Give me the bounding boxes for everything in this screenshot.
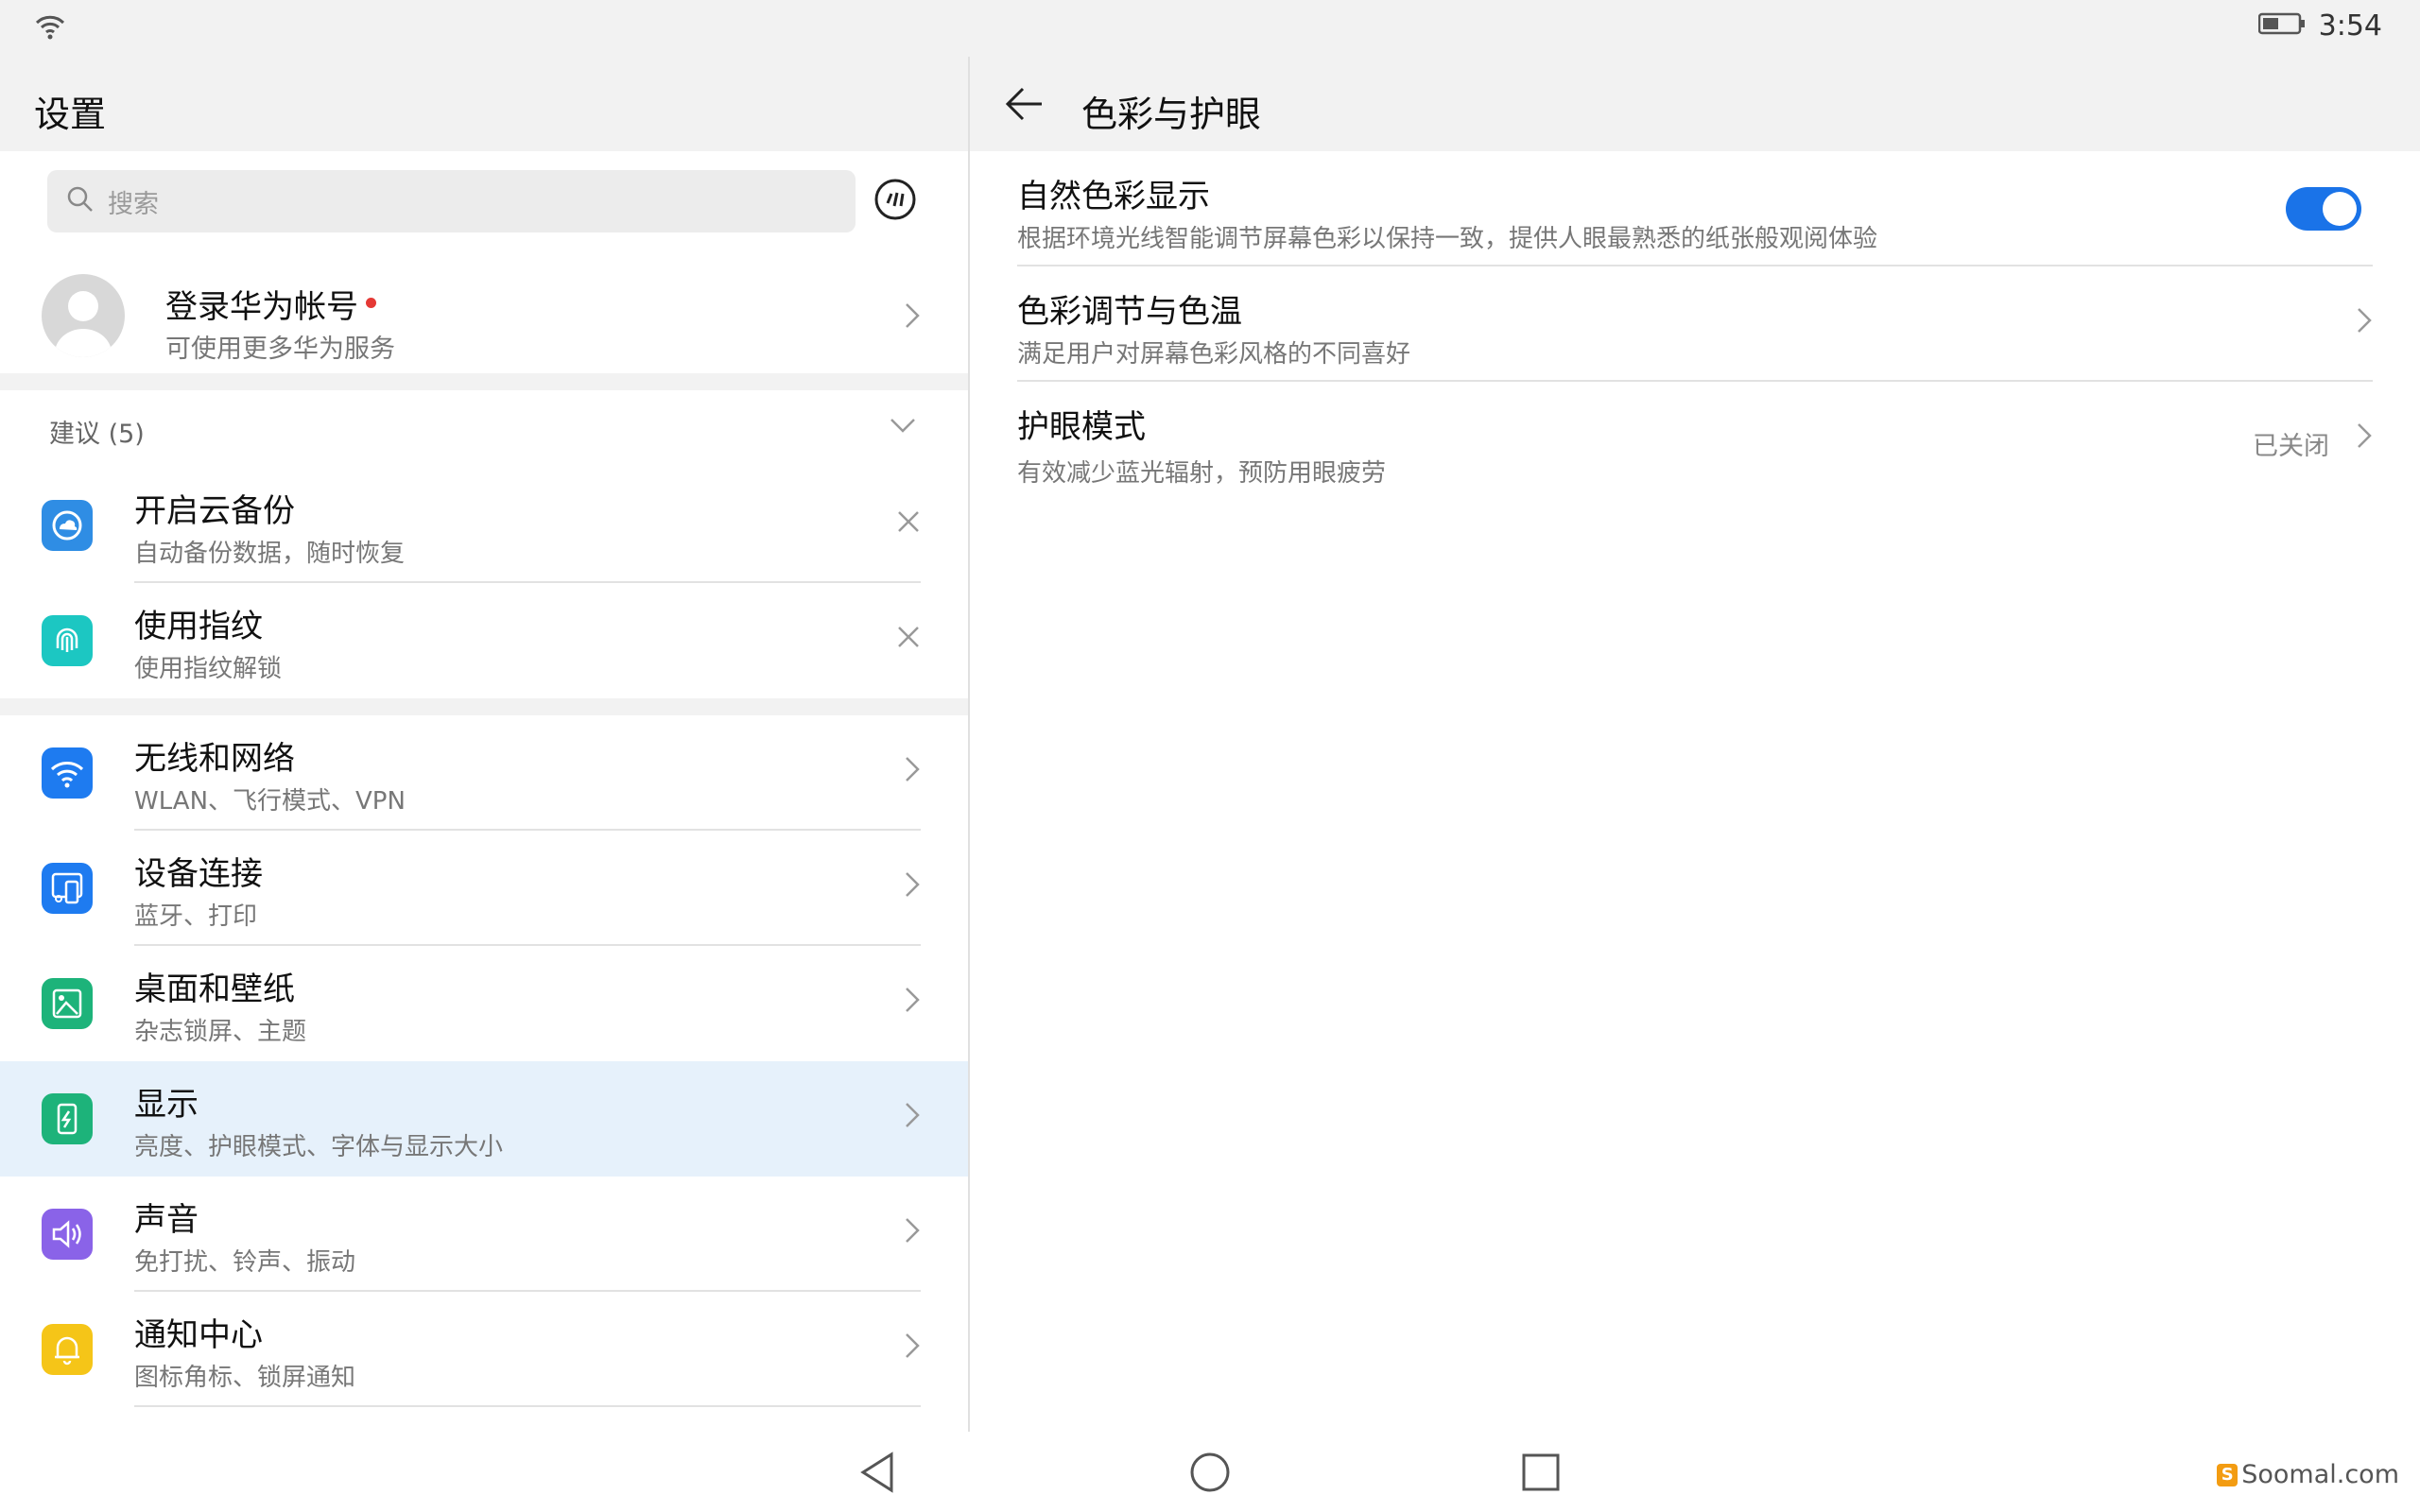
- nav-back-icon[interactable]: [856, 1449, 903, 1496]
- settings-title: 设置: [34, 94, 107, 135]
- nav-recents-icon[interactable]: [1517, 1449, 1564, 1496]
- settings-item-wallpaper[interactable]: 桌面和壁纸 杂志锁屏、主题: [0, 946, 968, 1061]
- row-title: 色彩调节与色温: [1017, 293, 1242, 331]
- color-eye-care-pane: 色彩与护眼 自然色彩显示 根据环境光线智能调节屏幕色彩以保持一致，提供人眼最熟悉…: [970, 57, 2420, 1432]
- search-input[interactable]: 搜索: [47, 170, 856, 232]
- battery-icon: [2257, 9, 2306, 43]
- natural-tone-toggle[interactable]: [2286, 187, 2361, 231]
- close-icon[interactable]: [896, 509, 921, 538]
- account-row[interactable]: 登录华为帐号 可使用更多华为服务: [0, 260, 968, 373]
- chevron-right-icon: [904, 1101, 921, 1133]
- row-subtitle: 蓝牙、打印: [134, 902, 258, 931]
- section-gap: [0, 373, 968, 390]
- wifi-icon: [42, 747, 93, 799]
- row-subtitle: 杂志锁屏、主题: [134, 1018, 307, 1046]
- color-temperature-row[interactable]: 色彩调节与色温 满足用户对屏幕色彩风格的不同喜好: [970, 266, 2420, 382]
- row-subtitle: WLAN、飞行模式、VPN: [134, 787, 406, 816]
- row-subtitle: 满足用户对屏幕色彩风格的不同喜好: [1017, 340, 1411, 369]
- suggestion-cloud-backup[interactable]: 开启云备份 自动备份数据，随时恢复: [0, 468, 968, 583]
- settings-item-sound[interactable]: 声音 免打扰、铃声、振动: [0, 1177, 968, 1292]
- row-subtitle: 根据环境光线智能调节屏幕色彩以保持一致，提供人眼最熟悉的纸张般观阅体验: [1017, 225, 1878, 253]
- chevron-down-icon[interactable]: [889, 417, 917, 438]
- search-icon: [66, 185, 95, 217]
- suggestions-label: 建议 (5): [49, 420, 145, 449]
- wallpaper-icon: [42, 978, 93, 1029]
- row-title: 开启云备份: [134, 492, 295, 530]
- row-title: 设备连接: [134, 855, 263, 893]
- settings-item-device-connection[interactable]: 设备连接 蓝牙、打印: [0, 831, 968, 946]
- watermark: S Soomal.com: [2217, 1460, 2399, 1489]
- eye-comfort-status: 已关闭: [2253, 432, 2329, 461]
- bell-icon: [42, 1324, 93, 1375]
- chevron-right-icon: [904, 755, 921, 787]
- status-time: 3:54: [2318, 9, 2382, 43]
- row-subtitle: 有效减少蓝光辐射，预防用眼疲劳: [1017, 459, 1387, 488]
- settings-item-notification[interactable]: 通知中心 图标角标、锁屏通知: [0, 1292, 968, 1407]
- page-title: 色彩与护眼: [1081, 94, 1262, 135]
- row-title: 使用指纹: [134, 608, 263, 645]
- wifi-status-icon: [34, 13, 66, 43]
- nav-home-icon[interactable]: [1186, 1449, 1234, 1496]
- row-title: 自然色彩显示: [1017, 178, 1210, 215]
- cloud-backup-icon: [42, 500, 93, 551]
- row-title: 护眼模式: [1017, 408, 1146, 446]
- chevron-right-icon: [904, 301, 921, 334]
- settings-pane: 设置 搜索 登录华为帐号 可使用更多华为服务 建议 (5) 开启云备份 自动备份…: [0, 57, 968, 1432]
- row-subtitle: 免打扰、铃声、振动: [134, 1248, 356, 1277]
- row-title: 无线和网络: [134, 740, 295, 778]
- account-title: 登录华为帐号: [165, 281, 376, 327]
- device-connect-icon: [42, 863, 93, 914]
- settings-list: 搜索 登录华为帐号 可使用更多华为服务 建议 (5) 开启云备份 自动备份数据，…: [0, 151, 968, 1432]
- navigation-bar: S Soomal.com: [0, 1432, 2420, 1512]
- row-title: 通知中心: [134, 1316, 263, 1354]
- chevron-right-icon: [904, 870, 921, 902]
- chevron-right-icon: [904, 1332, 921, 1364]
- row-subtitle: 亮度、护眼模式、字体与显示大小: [134, 1133, 504, 1161]
- row-subtitle: 使用指纹解锁: [134, 655, 283, 683]
- eye-comfort-row[interactable]: 护眼模式 有效减少蓝光辐射，预防用眼疲劳 已关闭: [970, 382, 2420, 505]
- chevron-right-icon: [2356, 421, 2373, 454]
- row-title: 应用: [134, 1424, 199, 1432]
- chevron-right-icon: [904, 1216, 921, 1248]
- chevron-right-icon: [904, 986, 921, 1018]
- natural-tone-row[interactable]: 自然色彩显示 根据环境光线智能调节屏幕色彩以保持一致，提供人眼最熟悉的纸张般观阅…: [970, 151, 2420, 266]
- row-subtitle: 自动备份数据，随时恢复: [134, 540, 406, 568]
- settings-item-wireless[interactable]: 无线和网络 WLAN、飞行模式、VPN: [0, 715, 968, 831]
- row-title: 声音: [134, 1201, 199, 1239]
- voice-assistant-icon[interactable]: [873, 178, 917, 221]
- watermark-logo-icon: S: [2217, 1463, 2238, 1486]
- search-placeholder: 搜索: [108, 189, 159, 219]
- settings-item-display[interactable]: 显示 亮度、护眼模式、字体与显示大小: [0, 1061, 968, 1177]
- suggestions-header[interactable]: 建议 (5): [0, 392, 968, 468]
- detail-header: 色彩与护眼: [970, 57, 2420, 151]
- status-bar: 3:54: [0, 0, 2420, 57]
- row-title: 显示: [134, 1086, 199, 1124]
- notification-dot: [366, 298, 376, 308]
- suggestion-fingerprint[interactable]: 使用指纹 使用指纹解锁: [0, 583, 968, 698]
- back-arrow-icon[interactable]: [1004, 85, 1046, 127]
- row-title: 桌面和壁纸: [134, 971, 295, 1008]
- display-icon: [42, 1093, 93, 1144]
- settings-item-apps[interactable]: 应用: [0, 1407, 968, 1432]
- avatar: [42, 274, 125, 357]
- section-gap: [0, 698, 968, 715]
- chevron-right-icon: [2356, 306, 2373, 338]
- fingerprint-icon: [42, 615, 93, 666]
- row-subtitle: 图标角标、锁屏通知: [134, 1364, 356, 1392]
- toggle-knob: [2323, 192, 2357, 226]
- close-icon[interactable]: [896, 625, 921, 653]
- watermark-text: Soomal.com: [2241, 1460, 2399, 1489]
- account-subtitle: 可使用更多华为服务: [165, 335, 395, 364]
- sound-icon: [42, 1209, 93, 1260]
